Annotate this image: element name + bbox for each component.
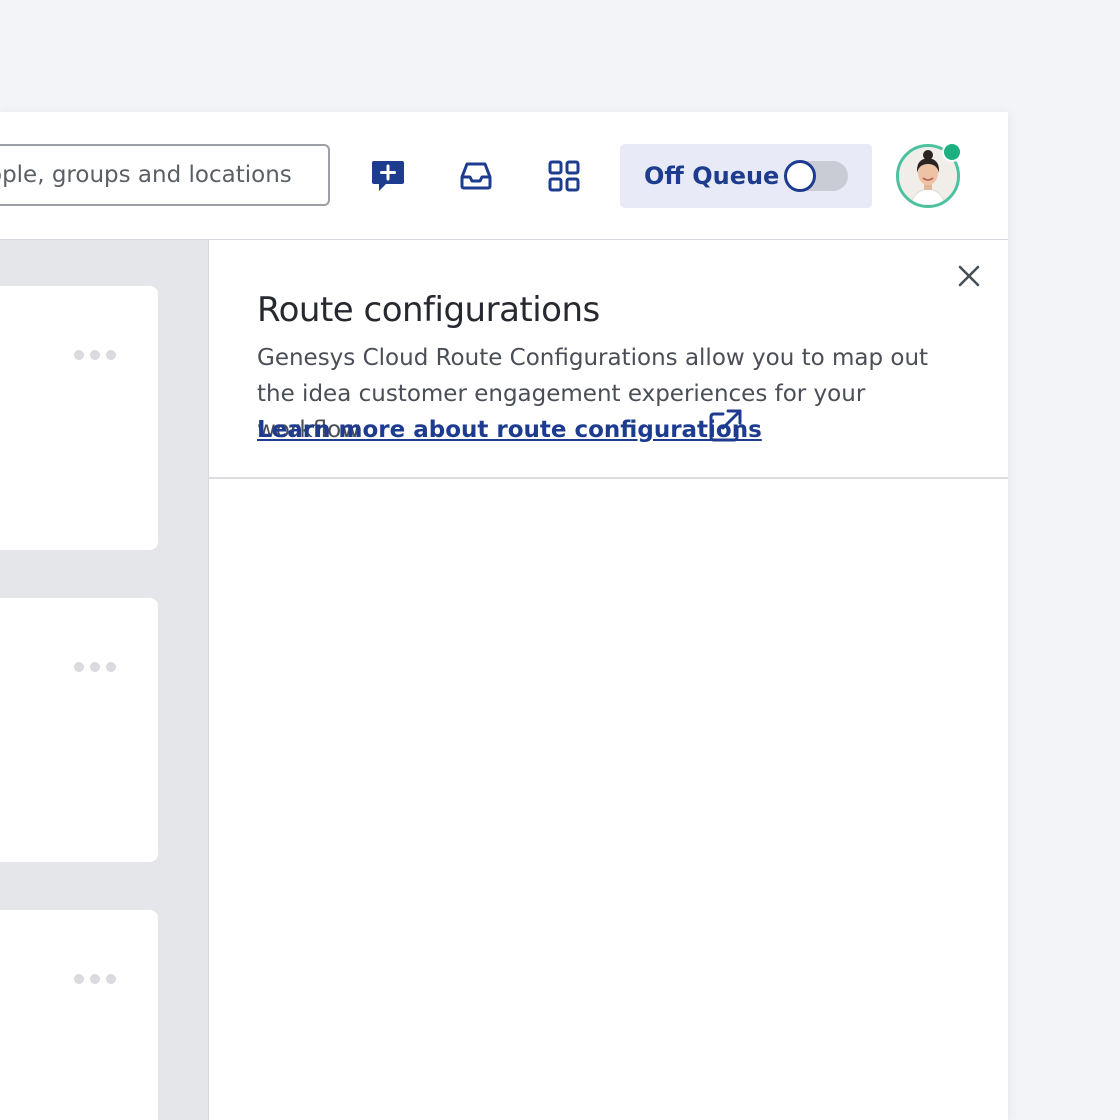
inbox-icon[interactable] — [456, 156, 496, 196]
toggle-knob — [784, 160, 816, 192]
search-input[interactable]: ople, groups and locations — [0, 144, 330, 206]
list-card[interactable] — [0, 286, 158, 550]
panel-title: Route configurations — [257, 290, 600, 330]
panel-header: Route configurations Genesys Cloud Route… — [209, 240, 1008, 479]
queue-toggle[interactable] — [784, 160, 848, 192]
queue-toggle-container[interactable]: Off Queue — [620, 144, 872, 208]
apps-grid-icon[interactable] — [544, 156, 584, 196]
learn-more-link[interactable]: Learn more about route configurations — [257, 412, 762, 448]
more-horizontal-icon[interactable] — [74, 350, 116, 360]
list-card[interactable] — [0, 910, 158, 1120]
card-list — [0, 240, 208, 1120]
search-placeholder: ople, groups and locations — [0, 162, 292, 188]
external-link-icon[interactable] — [707, 408, 743, 444]
top-bar: ople, groups and locations Off Queue — [0, 112, 1008, 240]
presence-indicator — [942, 142, 962, 162]
more-horizontal-icon[interactable] — [74, 974, 116, 984]
close-icon[interactable] — [953, 260, 985, 292]
queue-status-label: Off Queue — [644, 162, 780, 190]
more-horizontal-icon[interactable] — [74, 662, 116, 672]
new-chat-icon[interactable] — [368, 156, 408, 196]
route-configurations-panel: Route configurations Genesys Cloud Route… — [208, 240, 1008, 1120]
list-card[interactable] — [0, 598, 158, 862]
app-window: ople, groups and locations Off Queue Rou… — [0, 112, 1008, 1120]
